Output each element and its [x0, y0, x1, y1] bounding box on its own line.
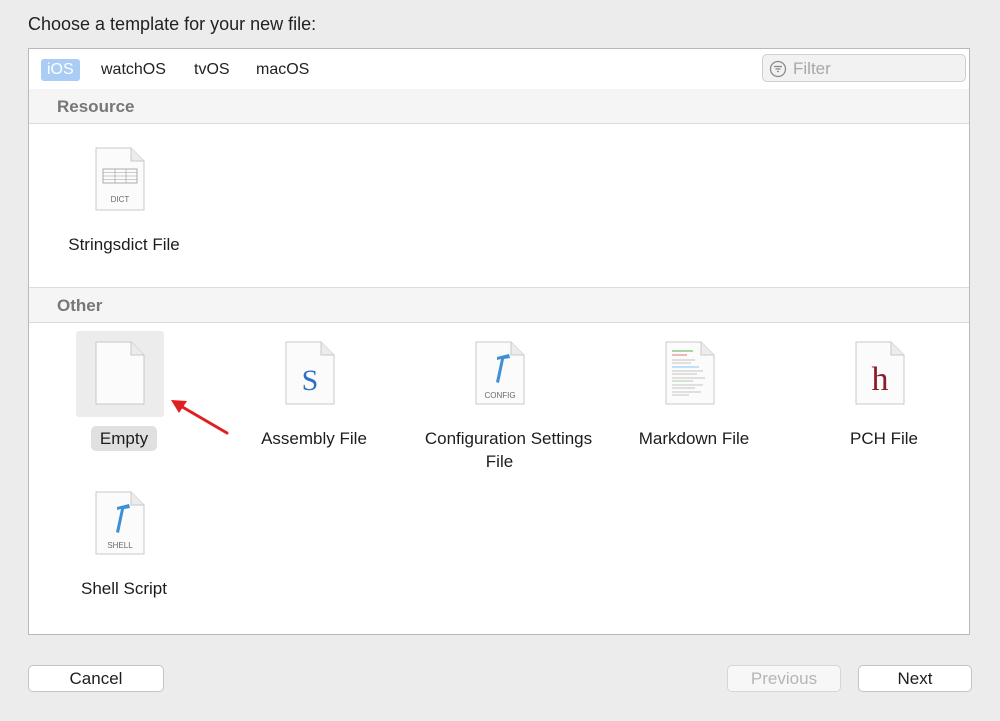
next-button[interactable]: Next — [858, 665, 972, 692]
tab-tvos[interactable]: tvOS — [188, 59, 236, 81]
tile-icon-area: CONFIG — [456, 331, 544, 417]
tab-ios[interactable]: iOS — [41, 59, 80, 81]
cancel-button[interactable]: Cancel — [28, 665, 164, 692]
tile-label: PCH File — [849, 429, 918, 448]
pch-glyph: h — [872, 361, 889, 398]
template-pch-file[interactable]: h PCH File — [789, 331, 969, 481]
tile-icon-area: h — [836, 331, 924, 417]
tile-icon-area: S — [266, 331, 354, 417]
tile-icon-area: DICT — [76, 137, 164, 223]
template-shell-script[interactable]: SHELL Shell Script — [29, 481, 219, 631]
template-stringsdict-file[interactable]: DICT Stringsdict File — [29, 137, 219, 287]
tab-macos[interactable]: macOS — [250, 59, 315, 81]
filter-field[interactable] — [762, 54, 966, 82]
tile-label: Markdown File — [638, 429, 750, 448]
tab-watchos[interactable]: watchOS — [95, 59, 172, 81]
stringsdict-file-icon: DICT — [95, 147, 145, 211]
red-arrow-icon — [171, 400, 229, 435]
assembly-glyph: S — [302, 364, 319, 397]
empty-file-icon — [95, 341, 145, 405]
tile-label: Configuration Settings File — [424, 429, 593, 471]
pch-file-icon: h — [855, 341, 905, 405]
platform-tab-bar: iOS watchOS tvOS macOS — [29, 49, 969, 90]
tile-icon-area: SHELL — [76, 481, 164, 567]
template-configuration-settings-file[interactable]: CONFIG Configuration Settings File — [409, 331, 599, 481]
template-markdown-file[interactable]: Markdown File — [599, 331, 789, 481]
tile-icon-area — [76, 331, 164, 417]
tile-icon-area — [646, 331, 734, 417]
previous-button[interactable]: Previous — [727, 665, 841, 692]
markdown-file-icon — [665, 341, 715, 405]
tile-label: Shell Script — [81, 579, 167, 598]
dict-badge: DICT — [111, 195, 130, 204]
shell-badge: SHELL — [107, 541, 133, 550]
section-header-resource: Resource — [29, 89, 969, 124]
filter-icon — [769, 60, 787, 78]
section-header-other: Other — [29, 288, 969, 323]
template-panel: iOS watchOS tvOS macOS Resource — [28, 48, 970, 635]
tile-label: Stringsdict File — [68, 235, 180, 254]
shell-script-icon: SHELL — [95, 491, 145, 555]
config-badge: CONFIG — [484, 391, 515, 400]
template-assembly-file[interactable]: S Assembly File — [219, 331, 409, 481]
tile-label: Assembly File — [261, 429, 367, 448]
dialog-heading: Choose a template for your new file: — [28, 14, 317, 34]
assembly-file-icon: S — [285, 341, 335, 405]
filter-input[interactable] — [791, 58, 963, 80]
configuration-settings-file-icon: CONFIG — [475, 341, 525, 405]
